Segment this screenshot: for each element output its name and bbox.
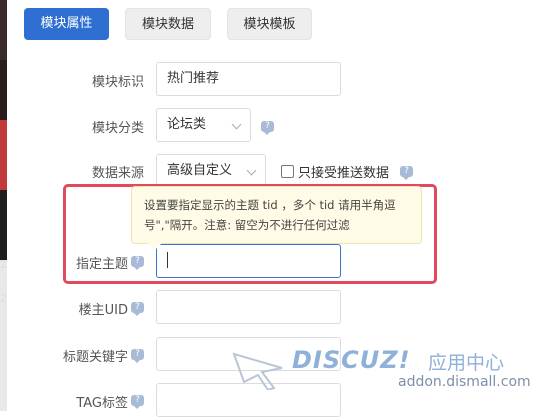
tooltip-line: 号","隔开。注意: 留空为不进行任何过滤 — [144, 218, 350, 232]
title-keyword-label: 标题关键字 — [62, 350, 128, 365]
help-icon[interactable]: ? — [131, 302, 144, 316]
data-source-label: 数据来源 — [91, 166, 144, 181]
edge-fragment: 2 — [0, 258, 7, 271]
module-category-select[interactable]: 论坛类 — [156, 108, 251, 142]
tab-module-data[interactable]: 模块数据 — [125, 8, 211, 40]
push-only-checkbox[interactable] — [281, 165, 294, 178]
help-icon[interactable]: ? — [131, 256, 144, 270]
help-icon[interactable]: ? — [400, 166, 413, 180]
edge-fragment: 2 — [0, 292, 7, 305]
help-icon[interactable]: ? — [131, 395, 144, 409]
help-icon[interactable]: ? — [261, 121, 274, 135]
owner-uid-label: 楼主UID — [78, 303, 128, 318]
help-tooltip: 设置要指定显示的主题 tid ，多个 tid 请用半角逗 号","隔开。注意: … — [131, 186, 422, 250]
topic-label: 指定主题 — [75, 257, 128, 272]
module-id-input[interactable]: 热门推荐 — [156, 62, 341, 96]
tab-module-template[interactable]: 模块模板 — [227, 8, 312, 40]
tab-module-properties[interactable]: 模块属性 — [24, 8, 109, 40]
watermark-cn: 应用中心 — [428, 352, 505, 374]
tooltip-line: 设置要指定显示的主题 tid ，多个 tid 请用半角逗 — [144, 198, 396, 212]
module-id-label: 模块标识 — [91, 75, 144, 90]
owner-uid-input[interactable] — [156, 290, 341, 324]
chevron-down-icon — [231, 119, 242, 130]
text-caret — [167, 252, 168, 268]
chevron-down-icon — [246, 165, 257, 176]
watermark-brand: DISCUZ! — [292, 346, 411, 374]
left-edge-strip — [0, 0, 7, 411]
watermark-domain: addon.dismall.com — [398, 374, 531, 390]
module-category-value: 论坛类 — [167, 117, 207, 132]
topic-input[interactable] — [156, 244, 341, 278]
help-icon[interactable]: ? — [131, 349, 144, 363]
tag-label: TAG标签 — [76, 396, 128, 411]
module-category-label: 模块分类 — [91, 121, 144, 136]
data-source-value: 高级自定义 — [167, 163, 233, 178]
push-only-label: 只接受推送数据 — [298, 166, 390, 181]
watermark: DISCUZ! 应用中心 addon.dismall.com — [232, 346, 532, 396]
data-source-select[interactable]: 高级自定义 — [156, 154, 266, 188]
cursor-logo-icon — [232, 352, 283, 390]
